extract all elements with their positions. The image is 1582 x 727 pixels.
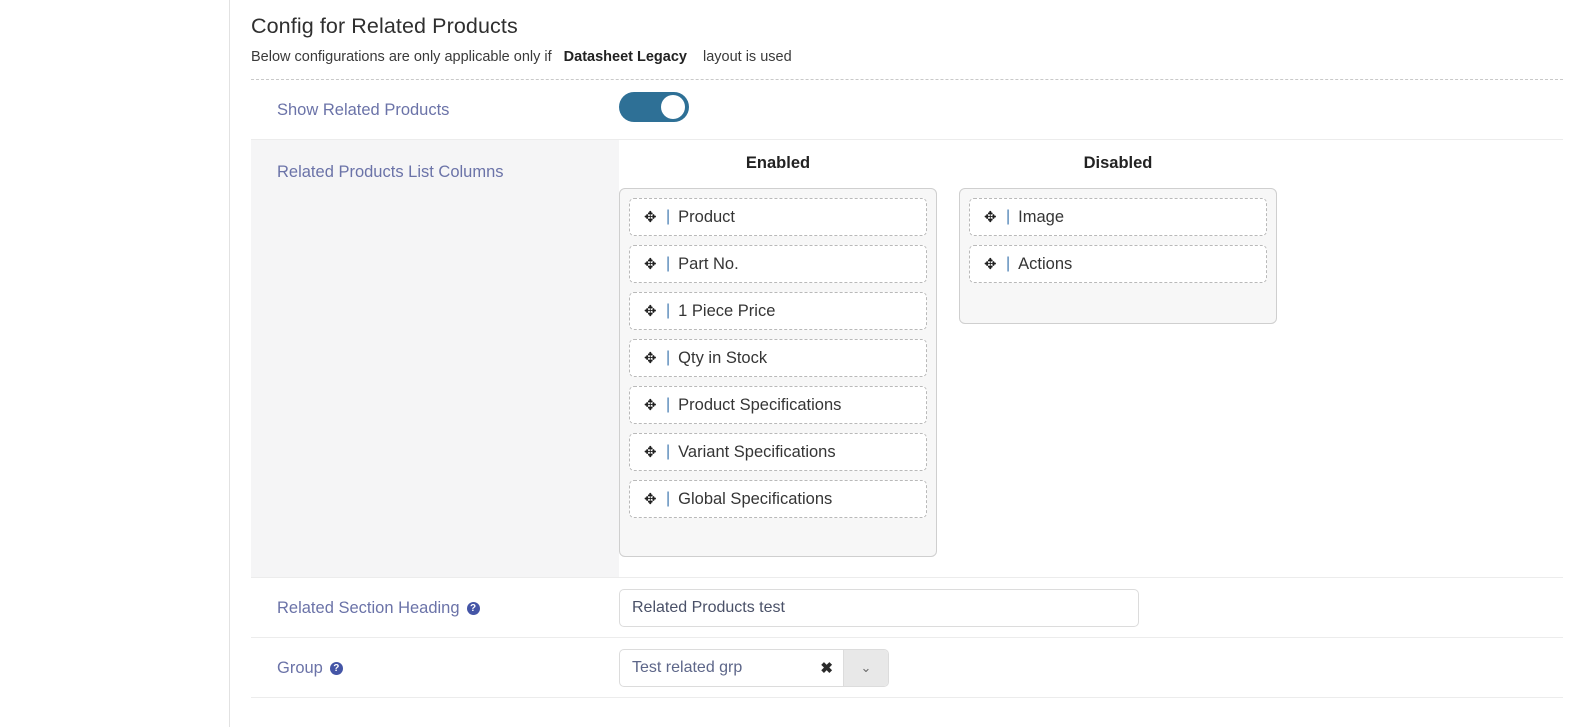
row-related-section-heading: Related Section Heading?: [251, 578, 1563, 638]
list-item[interactable]: ✥ | Product Specifications: [629, 386, 927, 424]
item-separator: |: [666, 349, 670, 367]
content-area: Config for Related Products Below config…: [231, 0, 1582, 727]
list-item[interactable]: ✥ | Product: [629, 198, 927, 236]
left-gutter: [0, 0, 230, 727]
config-page: Config for Related Products Below config…: [0, 0, 1582, 727]
subtitle-layout-name: Datasheet Legacy: [552, 49, 703, 65]
list-item-label: 1 Piece Price: [678, 302, 775, 321]
list-item-label: Variant Specifications: [678, 443, 835, 462]
subtitle-prefix: Below configurations are only applicable…: [251, 49, 552, 65]
disabled-column: Disabled ✥ | Image ✥ | Actions: [959, 152, 1277, 577]
enabled-heading: Enabled: [619, 152, 937, 174]
item-separator: |: [666, 255, 670, 273]
list-columns-body: Enabled ✥ | Product ✥ | Part No.: [619, 140, 1563, 577]
group-select-value: Test related grp: [620, 650, 816, 686]
subtitle-suffix: layout is used: [703, 49, 792, 65]
list-item-label: Image: [1018, 208, 1064, 227]
list-item-label: Part No.: [678, 255, 739, 274]
move-arrows-icon[interactable]: ✥: [644, 445, 662, 460]
move-arrows-icon[interactable]: ✥: [984, 210, 1002, 225]
row-related-products-list-columns: Related Products List Columns Enabled ✥ …: [251, 140, 1563, 578]
related-section-heading-label: Related Section Heading?: [251, 596, 619, 620]
item-separator: |: [666, 396, 670, 414]
chevron-down-icon[interactable]: ⌄: [843, 650, 888, 686]
list-item-label: Qty in Stock: [678, 349, 767, 368]
help-icon[interactable]: ?: [467, 602, 480, 615]
show-related-products-field: [619, 92, 1563, 127]
list-item[interactable]: ✥ | Qty in Stock: [629, 339, 927, 377]
related-section-heading-field: [619, 589, 1563, 627]
list-item[interactable]: ✥ | Variant Specifications: [629, 433, 927, 471]
item-separator: |: [666, 302, 670, 320]
disabled-drop-zone[interactable]: ✥ | Image ✥ | Actions: [959, 188, 1277, 324]
page-subtitle: Below configurations are only applicable…: [251, 46, 1563, 68]
list-item[interactable]: ✥ | Image: [969, 198, 1267, 236]
group-field: Test related grp ✖ ⌄: [619, 649, 1563, 687]
list-item-label: Global Specifications: [678, 490, 832, 509]
show-related-products-toggle[interactable]: [619, 92, 689, 122]
list-item[interactable]: ✥ | Actions: [969, 245, 1267, 283]
item-separator: |: [1006, 208, 1010, 226]
item-separator: |: [1006, 255, 1010, 273]
move-arrows-icon[interactable]: ✥: [644, 210, 662, 225]
group-label-text: Group: [277, 659, 323, 677]
move-arrows-icon[interactable]: ✥: [644, 304, 662, 319]
column-spacer: [937, 152, 959, 577]
list-item[interactable]: ✥ | Part No.: [629, 245, 927, 283]
move-arrows-icon[interactable]: ✥: [644, 398, 662, 413]
list-columns-label: Related Products List Columns: [251, 140, 619, 577]
list-item-label: Actions: [1018, 255, 1072, 274]
row-group: Group? Test related grp ✖ ⌄: [251, 638, 1563, 698]
move-arrows-icon[interactable]: ✥: [644, 257, 662, 272]
item-separator: |: [666, 443, 670, 461]
disabled-heading: Disabled: [959, 152, 1277, 174]
show-related-products-label: Show Related Products: [251, 98, 619, 122]
close-icon[interactable]: ✖: [816, 650, 843, 686]
list-item-label: Product Specifications: [678, 396, 841, 415]
content-inner: Config for Related Products Below config…: [251, 0, 1563, 698]
move-arrows-icon[interactable]: ✥: [984, 257, 1002, 272]
related-section-heading-label-text: Related Section Heading: [277, 599, 460, 617]
enabled-drop-zone[interactable]: ✥ | Product ✥ | Part No. ✥: [619, 188, 937, 557]
enabled-column: Enabled ✥ | Product ✥ | Part No.: [619, 152, 937, 577]
list-item-label: Product: [678, 208, 735, 227]
page-title: Config for Related Products: [251, 0, 1563, 40]
help-icon[interactable]: ?: [330, 662, 343, 675]
move-arrows-icon[interactable]: ✥: [644, 492, 662, 507]
move-arrows-icon[interactable]: ✥: [644, 351, 662, 366]
row-show-related-products: Show Related Products: [251, 80, 1563, 140]
list-item[interactable]: ✥ | Global Specifications: [629, 480, 927, 518]
group-select[interactable]: Test related grp ✖ ⌄: [619, 649, 889, 687]
group-label: Group?: [251, 656, 619, 680]
item-separator: |: [666, 490, 670, 508]
toggle-knob: [661, 95, 685, 119]
list-item[interactable]: ✥ | 1 Piece Price: [629, 292, 927, 330]
related-section-heading-input[interactable]: [619, 589, 1139, 627]
item-separator: |: [666, 208, 670, 226]
